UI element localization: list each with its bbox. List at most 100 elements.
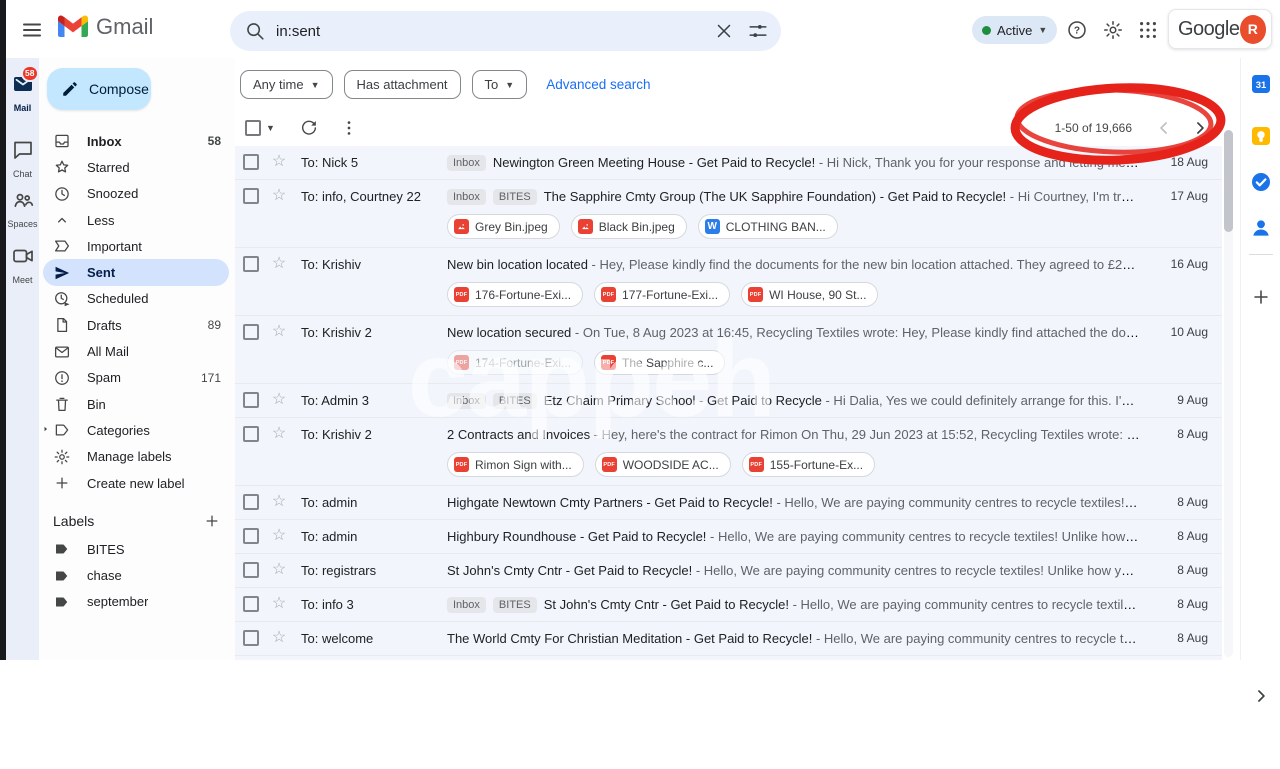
star-icon[interactable]: ☆ <box>270 384 288 416</box>
attachment-chip[interactable]: WCLOTHING BAN... <box>698 214 838 239</box>
advanced-search-link[interactable]: Advanced search <box>546 77 650 92</box>
email-checkbox[interactable] <box>243 596 259 612</box>
email-checkbox[interactable] <box>243 494 259 510</box>
attachment-chip[interactable]: Black Bin.jpeg <box>571 214 687 239</box>
older-page-icon[interactable] <box>1190 118 1210 138</box>
sidebar-item-spam[interactable]: Spam171 <box>39 365 235 391</box>
attachment-chip[interactable]: PDF174-Fortune-Exi... <box>447 350 583 375</box>
sidebar-label-september[interactable]: september <box>39 589 235 615</box>
sidebar-item-bin[interactable]: Bin <box>39 391 235 417</box>
email-checkbox[interactable] <box>243 630 259 646</box>
sidebar-item-scheduled[interactable]: Scheduled <box>39 286 235 312</box>
sidebar-item-create-new-label[interactable]: Create new label <box>39 470 235 496</box>
google-apps-grid-icon[interactable] <box>1137 19 1159 41</box>
tasks-icon[interactable] <box>1249 170 1273 194</box>
email-row[interactable]: ☆To: KrishivNew bin location located - H… <box>235 248 1222 316</box>
rail-item-mail[interactable]: 58Mail <box>6 72 39 113</box>
email-row[interactable]: ☆To: adminHighgate Newtown Cmty Partners… <box>235 486 1222 520</box>
attachment-chip[interactable]: PDFThe Sapphire c... <box>594 350 725 375</box>
star-icon[interactable]: ☆ <box>270 418 288 450</box>
filter-chip-to[interactable]: To▼ <box>472 70 528 99</box>
add-icon[interactable] <box>1250 286 1272 308</box>
email-row[interactable]: ☆To: adminHighbury Roundhouse - Get Paid… <box>235 520 1222 554</box>
email-checkbox[interactable] <box>243 528 259 544</box>
status-selector[interactable]: Active ▼ <box>972 16 1057 44</box>
sidebar-item-inbox[interactable]: Inbox58 <box>39 128 235 154</box>
expand-caret-icon[interactable] <box>41 421 51 439</box>
search-input[interactable] <box>276 23 701 40</box>
contacts-icon[interactable] <box>1249 216 1273 240</box>
email-row[interactable]: ☆To: welcomeThe World Cmty For Christian… <box>235 622 1222 656</box>
email-checkbox[interactable] <box>243 188 259 204</box>
attachment-chip[interactable]: PDF177-Fortune-Exi... <box>594 282 730 307</box>
email-date: 16 Aug <box>1140 248 1212 281</box>
sidebar-item-drafts[interactable]: Drafts89 <box>39 312 235 338</box>
star-icon[interactable]: ☆ <box>270 486 288 518</box>
star-icon[interactable]: ☆ <box>270 180 288 212</box>
email-checkbox[interactable] <box>243 154 259 170</box>
attachment-chip[interactable]: PDFWOODSIDE AC... <box>595 452 731 477</box>
main-menu-icon[interactable] <box>20 18 44 42</box>
star-icon[interactable]: ☆ <box>270 248 288 280</box>
rail-item-chat[interactable]: Chat <box>6 138 39 179</box>
star-icon[interactable]: ☆ <box>270 656 288 660</box>
star-icon <box>53 158 71 176</box>
star-icon[interactable]: ☆ <box>270 554 288 586</box>
star-icon[interactable]: ☆ <box>270 146 288 178</box>
email-row[interactable]: ☆To: registrarsSt John's Cmty Cntr - Get… <box>235 554 1222 588</box>
refresh-icon[interactable] <box>299 118 319 138</box>
settings-gear-icon[interactable] <box>1102 19 1124 41</box>
attachment-chip[interactable]: PDF176-Fortune-Exi... <box>447 282 583 307</box>
compose-button[interactable]: Compose <box>47 68 151 110</box>
select-dropdown-icon[interactable]: ▼ <box>266 123 275 133</box>
sidebar-item-sent[interactable]: Sent <box>43 259 229 285</box>
sidebar-item-starred[interactable]: Starred <box>39 154 235 180</box>
sidebar-item-important[interactable]: Important <box>39 233 235 259</box>
email-row[interactable]: ☆To: Krishiv 2New location secured - On … <box>235 316 1222 384</box>
email-checkbox[interactable] <box>243 324 259 340</box>
sidebar-label-chase[interactable]: chase <box>39 562 235 588</box>
rail-item-spaces[interactable]: Spaces <box>6 188 39 229</box>
email-row[interactable]: ☆To: Nick 5InboxNewington Green Meeting … <box>235 146 1222 180</box>
email-checkbox[interactable] <box>243 426 259 442</box>
email-row[interactable]: ☆To: info 3InboxBITESSt John's Cmty Cntr… <box>235 588 1222 622</box>
email-checkbox[interactable] <box>243 392 259 408</box>
help-icon[interactable]: ? <box>1066 19 1088 41</box>
attachment-chip[interactable]: PDFRimon Sign with... <box>447 452 584 477</box>
attachment-chip[interactable]: PDF155-Fortune-Ex... <box>742 452 875 477</box>
calendar-icon[interactable]: 31 <box>1249 72 1273 96</box>
attachment-chip[interactable]: Grey Bin.jpeg <box>447 214 560 239</box>
star-icon[interactable]: ☆ <box>270 520 288 552</box>
sidebar-label-bites[interactable]: BITES <box>39 536 235 562</box>
star-icon[interactable]: ☆ <box>270 316 288 348</box>
search-options-icon[interactable] <box>747 20 769 42</box>
sidebar-item-snoozed[interactable]: Snoozed <box>39 181 235 207</box>
sidebar-item-all-mail[interactable]: All Mail <box>39 338 235 364</box>
hide-side-panel-icon[interactable] <box>1251 686 1271 706</box>
filter-chip-has-attachment[interactable]: Has attachment <box>344 70 461 99</box>
create-label-icon[interactable] <box>203 512 221 530</box>
sidebar-item-less[interactable]: Less <box>39 207 235 233</box>
rail-item-meet[interactable]: Meet <box>6 244 39 285</box>
newer-page-icon[interactable] <box>1154 118 1174 138</box>
sidebar-item-manage-labels[interactable]: Manage labels <box>39 444 235 470</box>
sidebar-item-categories[interactable]: Categories <box>39 417 235 443</box>
attachment-chip[interactable]: PDFWI House, 90 St... <box>741 282 878 307</box>
search-bar[interactable] <box>230 11 781 51</box>
account-avatar[interactable]: R <box>1240 15 1267 44</box>
more-options-icon[interactable] <box>339 118 359 138</box>
email-checkbox[interactable] <box>243 256 259 272</box>
filter-chip-any-time[interactable]: Any time▼ <box>240 70 333 99</box>
email-row[interactable]: ☆To: wellbeingLift - Get Paid to Recycle… <box>235 656 1222 660</box>
email-checkbox[interactable] <box>243 562 259 578</box>
star-icon[interactable]: ☆ <box>270 588 288 620</box>
star-icon[interactable]: ☆ <box>270 622 288 654</box>
search-icon[interactable] <box>244 20 266 42</box>
clear-search-icon[interactable] <box>713 20 735 42</box>
email-row[interactable]: ☆To: Admin 3InboxBITESEtz Chaim Primary … <box>235 384 1222 418</box>
select-all-checkbox[interactable] <box>245 120 261 136</box>
scrollbar-thumb[interactable] <box>1224 130 1233 232</box>
keep-icon[interactable] <box>1249 124 1273 148</box>
email-row[interactable]: ☆To: info, Courtney 22InboxBITESThe Sapp… <box>235 180 1222 248</box>
email-row[interactable]: ☆To: Krishiv 22 Contracts and Invoices -… <box>235 418 1222 486</box>
